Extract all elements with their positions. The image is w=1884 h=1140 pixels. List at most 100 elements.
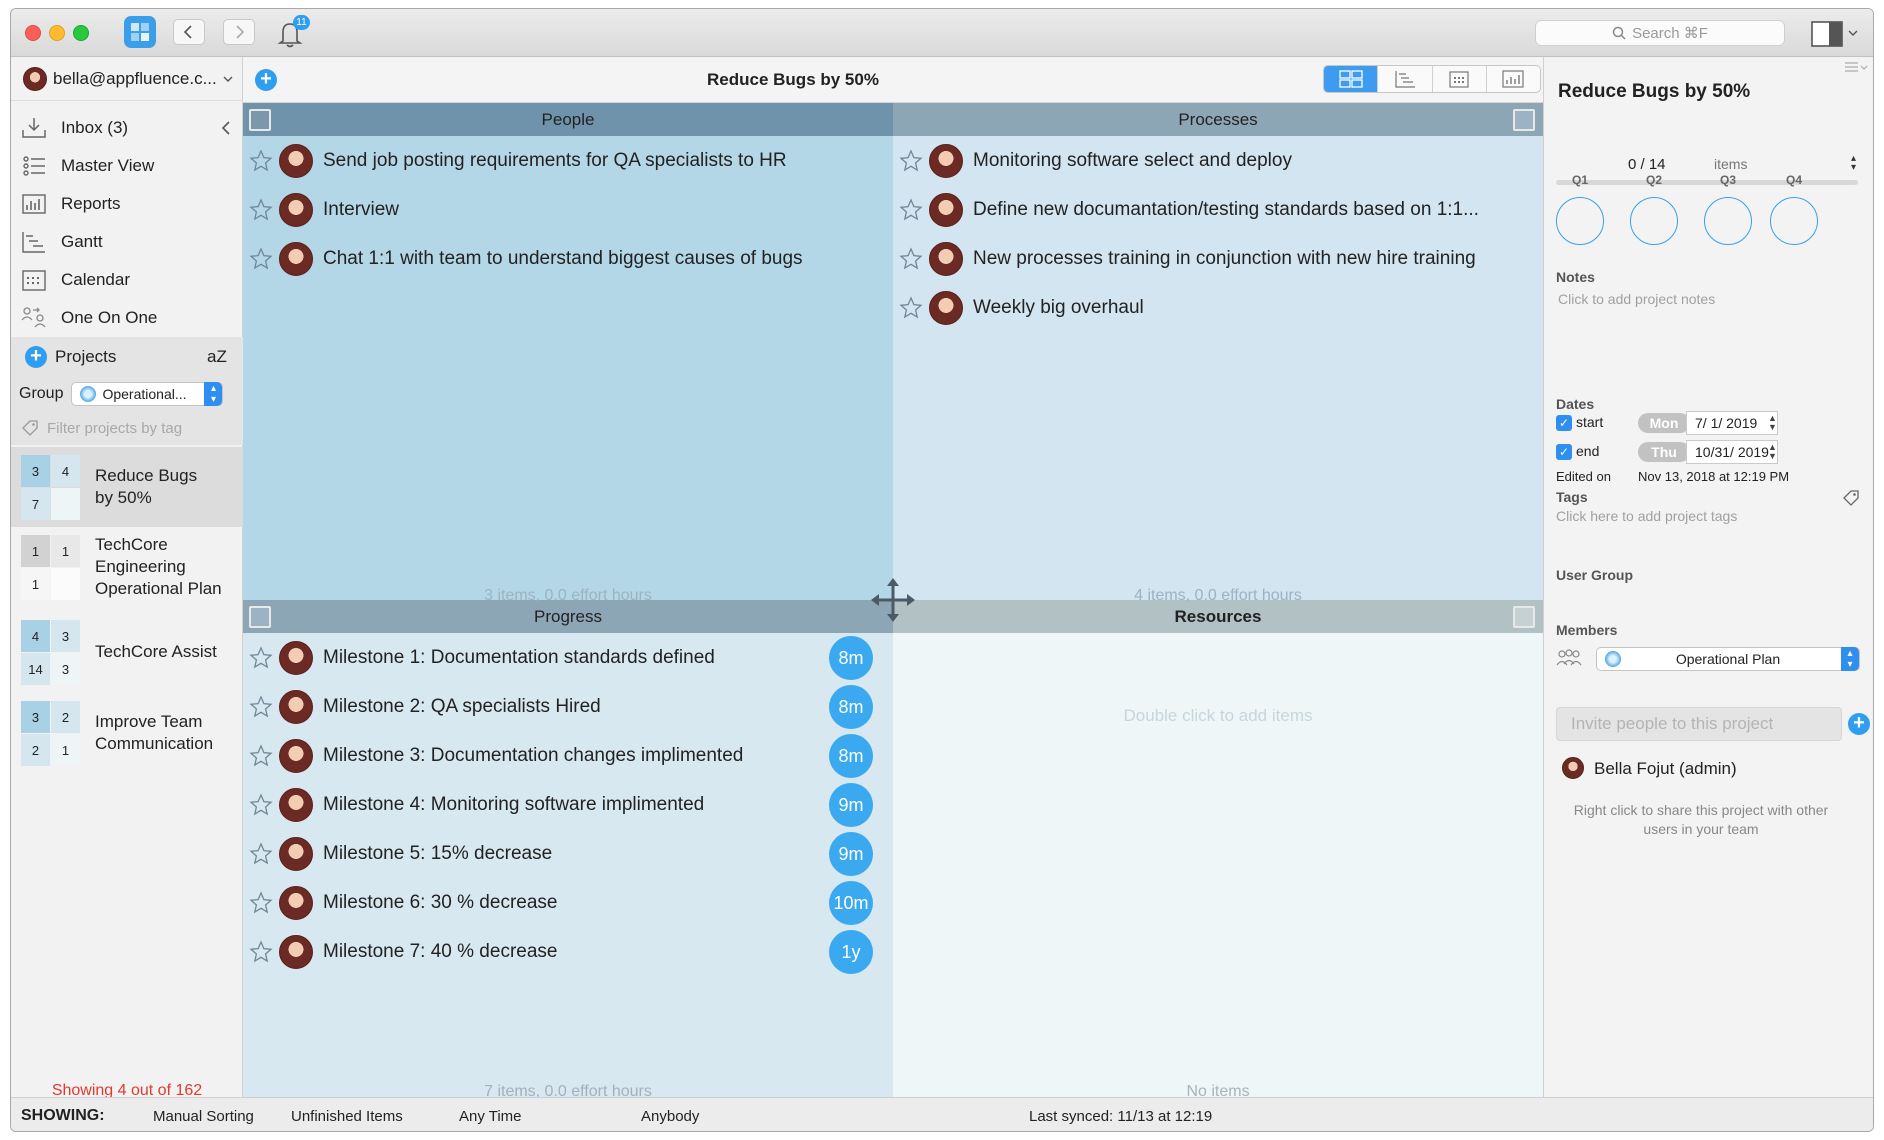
tags-input[interactable]: Click here to add project tags (1556, 508, 1737, 524)
tab-reports[interactable] (1487, 66, 1540, 92)
avatar (23, 66, 47, 91)
project-item[interactable]: 3 2 2 1 Improve Team Communication (11, 693, 243, 773)
task-item[interactable]: Chat 1:1 with team to understand biggest… (249, 235, 803, 283)
add-project-button[interactable]: + (25, 346, 47, 368)
select-all-checkbox[interactable] (1513, 109, 1535, 131)
gantt-icon (22, 232, 45, 253)
star-icon[interactable] (899, 296, 923, 320)
effort-badge[interactable]: 10m (829, 881, 873, 925)
sidebar-item-reports[interactable]: Reports (11, 185, 243, 223)
tag-filter-input[interactable]: Filter projects by tag (11, 411, 243, 445)
star-icon[interactable] (249, 247, 273, 271)
time-filter[interactable]: Any Time (459, 1108, 522, 1125)
invite-input[interactable]: Invite people to this project (1556, 707, 1842, 741)
star-icon[interactable] (249, 744, 273, 768)
star-icon[interactable] (249, 793, 273, 817)
task-item[interactable]: Milestone 7: 40 % decrease (249, 928, 557, 976)
project-item[interactable]: 4 3 14 3 TechCore Assist (11, 617, 243, 687)
task-item[interactable]: Monitoring software select and deploy (899, 137, 1292, 185)
sidebar-item-inbox[interactable]: Inbox (3) (11, 109, 243, 147)
back-icon (183, 25, 192, 39)
items-filter[interactable]: Unfinished Items (291, 1108, 403, 1125)
add-member-button[interactable]: + (1848, 713, 1870, 735)
star-icon[interactable] (899, 149, 923, 173)
sidebar-item-one-on-one[interactable]: One On One (11, 299, 243, 337)
star-icon[interactable] (249, 149, 273, 173)
app-icon[interactable] (123, 15, 157, 54)
select-arrows-icon: ▴ ▾ (1850, 153, 1856, 173)
minimize-window-button[interactable] (49, 25, 65, 41)
effort-badge[interactable]: 8m (829, 685, 873, 729)
task-item[interactable]: Milestone 6: 30 % decrease (249, 879, 557, 927)
collapse-sidebar-icon[interactable] (221, 120, 231, 136)
quadrant-header: Processes (893, 103, 1543, 136)
effort-badge[interactable]: 8m (829, 636, 873, 680)
effort-badge[interactable]: 1y (829, 930, 873, 974)
progress-unit-select[interactable]: items ▴ ▾ (1714, 153, 1864, 173)
start-date-field[interactable]: 7/ 1/ 2019 (1686, 411, 1778, 435)
back-button[interactable] (173, 19, 205, 45)
tab-matrix[interactable] (1324, 66, 1379, 92)
zoom-window-button[interactable] (73, 25, 89, 41)
select-all-checkbox[interactable] (249, 606, 271, 628)
tab-calendar[interactable] (1433, 66, 1487, 92)
sidebar-item-calendar[interactable]: Calendar (11, 261, 243, 299)
q4-count: 3 (51, 653, 80, 685)
effort-badge[interactable]: 9m (829, 783, 873, 827)
sidebar-item-gantt[interactable]: Gantt (11, 223, 243, 261)
task-item[interactable]: Milestone 1: Documentation standards def… (249, 634, 715, 682)
task-item[interactable]: Interview (249, 186, 399, 234)
sidebar-item-master-view[interactable]: Master View (11, 147, 243, 185)
project-item[interactable]: 1 1 1 TechCore Engineering Operational P… (11, 527, 243, 607)
sort-icon[interactable]: aZ (207, 347, 227, 367)
star-icon[interactable] (249, 646, 273, 670)
task-item[interactable]: New processes training in conjunction wi… (899, 235, 1476, 283)
close-window-button[interactable] (25, 25, 41, 41)
effort-badge[interactable]: 8m (829, 734, 873, 778)
task-item[interactable]: Define new documantation/testing standar… (899, 186, 1479, 234)
select-all-checkbox[interactable] (249, 109, 271, 131)
notifications-button[interactable]: 11 (277, 15, 310, 54)
star-icon[interactable] (249, 695, 273, 719)
star-icon[interactable] (249, 198, 273, 222)
calendar-icon (22, 270, 46, 291)
task-item[interactable]: Milestone 4: Monitoring software implime… (249, 781, 704, 829)
sorting-filter[interactable]: Manual Sorting (153, 1108, 254, 1125)
star-icon[interactable] (249, 891, 273, 915)
inspector-menu-icon[interactable] (1844, 61, 1868, 75)
end-date-field[interactable]: 10/31/ 2019 (1686, 440, 1778, 464)
task-item[interactable]: Milestone 3: Documentation changes impli… (249, 732, 743, 780)
end-date-checkbox[interactable]: ✓ (1556, 444, 1572, 460)
tab-list[interactable] (1378, 66, 1433, 92)
task-item[interactable]: Send job posting requirements for QA spe… (249, 137, 787, 185)
start-date-checkbox[interactable]: ✓ (1556, 415, 1572, 431)
task-title: Weekly big overhaul (973, 297, 1144, 318)
notes-input[interactable]: Click to add project notes (1558, 291, 1715, 307)
star-icon[interactable] (249, 842, 273, 866)
search-field[interactable]: Search ⌘F (1535, 20, 1785, 46)
star-icon[interactable] (899, 247, 923, 271)
task-item[interactable]: Milestone 2: QA specialists Hired (249, 683, 601, 731)
avatar (279, 242, 313, 276)
forward-button[interactable] (223, 19, 255, 45)
sidebar-toggle-button[interactable] (1811, 21, 1861, 52)
q1-count: 4 (21, 620, 50, 652)
project-item[interactable]: 3 4 7 Reduce Bugs by 50% (11, 447, 243, 527)
task-item[interactable]: Milestone 5: 15% decrease (249, 830, 552, 878)
group-select[interactable]: Operational... ▴ ▾ (71, 382, 224, 406)
person-filter[interactable]: Anybody (641, 1108, 699, 1125)
end-date-stepper[interactable]: ▲ ▼ (1768, 443, 1777, 461)
star-icon[interactable] (899, 198, 923, 222)
star-icon[interactable] (249, 940, 273, 964)
effort-badge[interactable]: 9m (829, 832, 873, 876)
resize-matrix-handle[interactable] (868, 575, 918, 625)
user-group-select[interactable]: Operational Plan ▴ ▾ (1596, 647, 1860, 671)
sidebar: bella@appfluence.c... Inbox (3) Master V… (11, 57, 243, 1099)
task-item[interactable]: Weekly big overhaul (899, 284, 1144, 332)
tag-icon[interactable] (1842, 489, 1860, 507)
quadrant-resources[interactable]: Resources Double click to add items (893, 600, 1543, 1097)
account-selector[interactable]: bella@appfluence.c... (11, 57, 243, 101)
start-date-stepper[interactable]: ▲ ▼ (1768, 414, 1777, 432)
select-all-checkbox[interactable] (1513, 606, 1535, 628)
task-title: Milestone 6: 30 % decrease (323, 892, 558, 913)
